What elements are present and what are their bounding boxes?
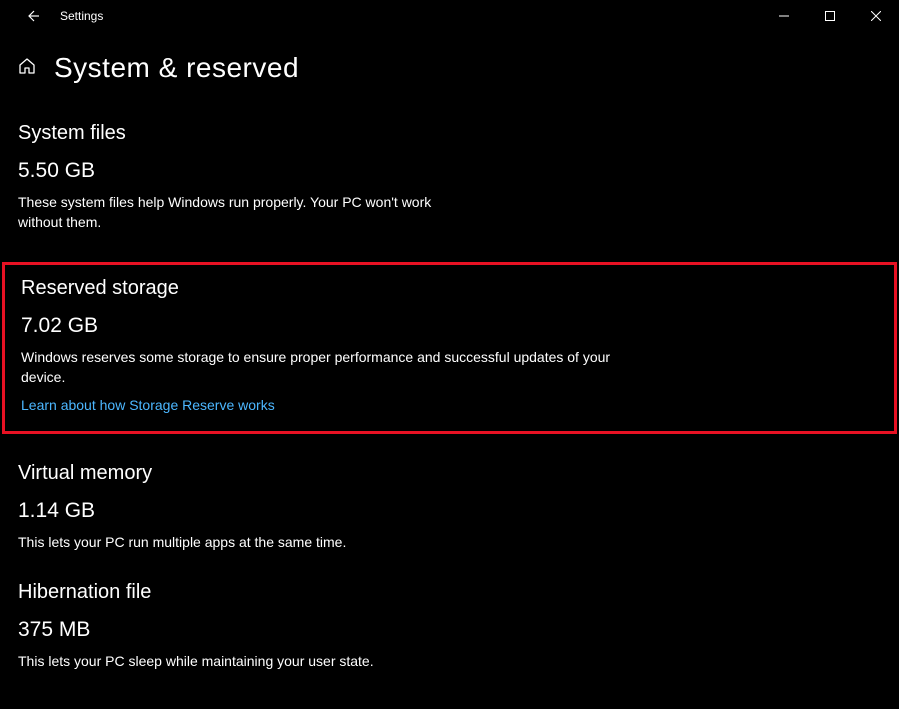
home-icon bbox=[18, 57, 36, 75]
content-area: System files 5.50 GB These system files … bbox=[0, 122, 899, 672]
minimize-button[interactable] bbox=[761, 0, 807, 32]
close-button[interactable] bbox=[853, 0, 899, 32]
maximize-button[interactable] bbox=[807, 0, 853, 32]
section-virtual-memory: Virtual memory 1.14 GB This lets your PC… bbox=[18, 462, 881, 553]
reserved-storage-desc: Windows reserves some storage to ensure … bbox=[21, 348, 641, 387]
section-system-files: System files 5.50 GB These system files … bbox=[18, 122, 881, 232]
virtual-memory-heading: Virtual memory bbox=[18, 462, 881, 485]
reserved-storage-heading: Reserved storage bbox=[21, 277, 878, 300]
page-header: System & reserved bbox=[0, 32, 899, 94]
hibernation-file-value: 375 MB bbox=[18, 618, 881, 642]
reserved-storage-value: 7.02 GB bbox=[21, 314, 878, 338]
minimize-icon bbox=[779, 11, 789, 21]
home-button[interactable] bbox=[18, 57, 36, 80]
window-controls bbox=[761, 0, 899, 32]
virtual-memory-desc: This lets your PC run multiple apps at t… bbox=[18, 533, 638, 553]
hibernation-file-heading: Hibernation file bbox=[18, 581, 881, 604]
titlebar: Settings bbox=[0, 0, 899, 32]
storage-reserve-link[interactable]: Learn about how Storage Reserve works bbox=[21, 397, 275, 413]
window-title: Settings bbox=[60, 9, 103, 23]
section-reserved-storage: Reserved storage 7.02 GB Windows reserve… bbox=[2, 262, 897, 434]
page-title: System & reserved bbox=[54, 52, 299, 84]
system-files-desc: These system files help Windows run prop… bbox=[18, 193, 448, 232]
system-files-value: 5.50 GB bbox=[18, 159, 881, 183]
virtual-memory-value: 1.14 GB bbox=[18, 499, 881, 523]
back-arrow-icon bbox=[24, 8, 40, 24]
close-icon bbox=[871, 11, 881, 21]
maximize-icon bbox=[825, 11, 835, 21]
hibernation-file-desc: This lets your PC sleep while maintainin… bbox=[18, 652, 638, 672]
section-hibernation-file: Hibernation file 375 MB This lets your P… bbox=[18, 581, 881, 672]
back-button[interactable] bbox=[16, 0, 48, 32]
system-files-heading: System files bbox=[18, 122, 881, 145]
